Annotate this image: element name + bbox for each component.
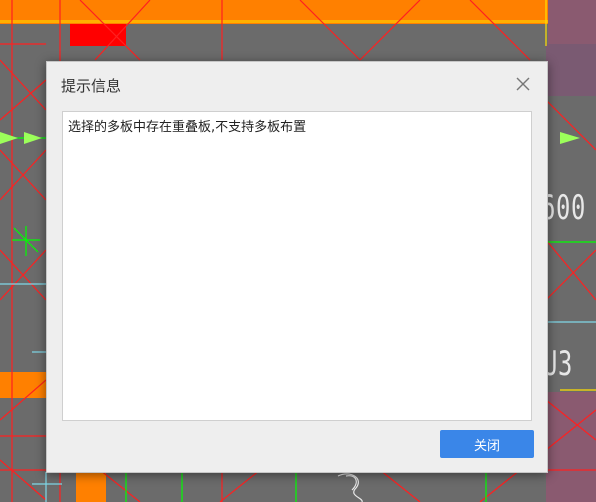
close-button[interactable]: 关闭 (440, 430, 534, 458)
dialog-title: 提示信息 (61, 77, 122, 95)
close-icon-glyph (516, 77, 530, 91)
cad-workspace: 600 U3 提示信息 选择的多板中存在重叠板,不支持多板布置 关闭 (0, 0, 596, 502)
message-text: 选择的多板中存在重叠板,不支持多板布置 (68, 120, 307, 135)
close-icon[interactable] (513, 74, 533, 94)
message-text-area[interactable]: 选择的多板中存在重叠板,不支持多板布置 (62, 111, 532, 421)
info-dialog: 提示信息 选择的多板中存在重叠板,不支持多板布置 关闭 (46, 61, 548, 473)
